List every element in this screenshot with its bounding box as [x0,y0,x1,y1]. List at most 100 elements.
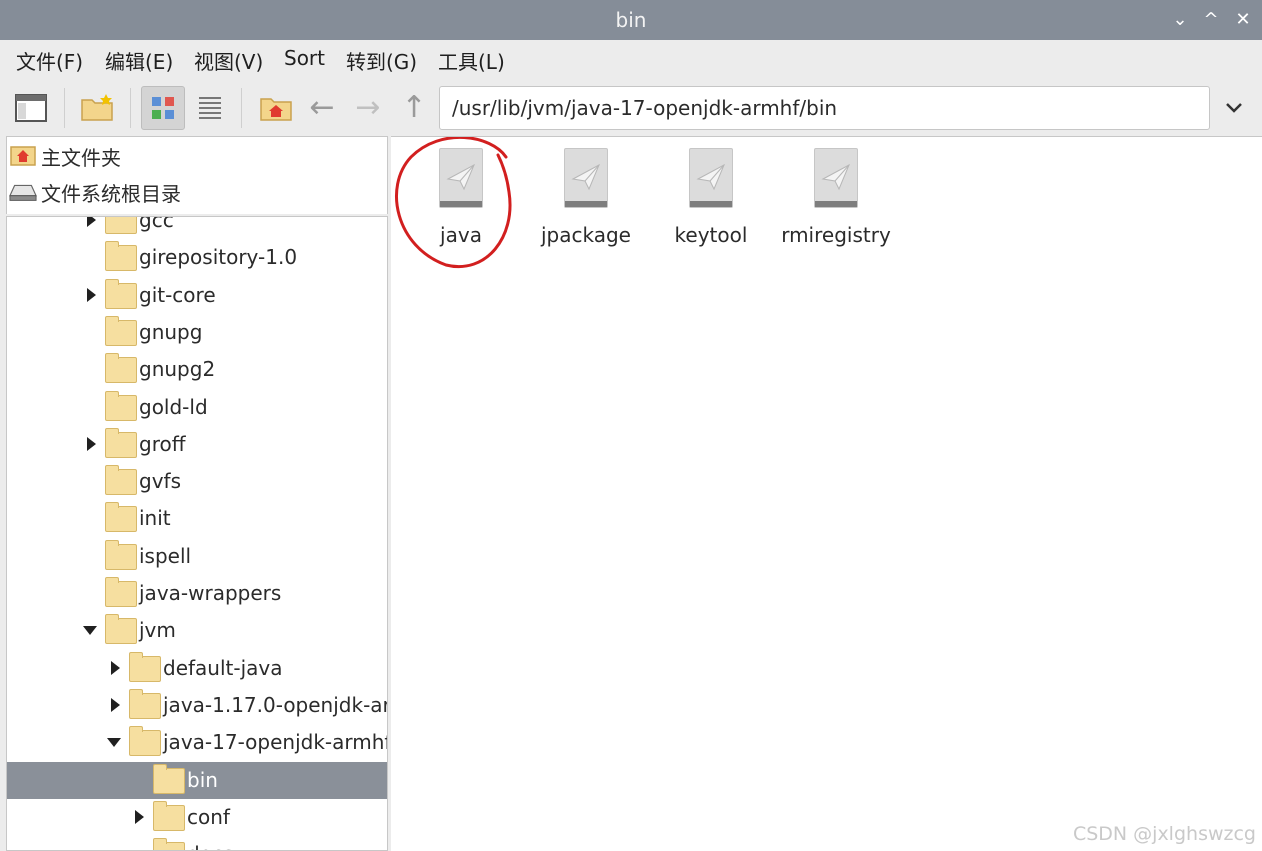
toolbar: ← → ↑ /usr/lib/jvm/java-17-openjdk-armhf… [0,80,1262,136]
tree-item[interactable]: java-1.17.0-openjdk-armhf [7,687,387,724]
tree-item-label: default-java [163,655,283,680]
collapsed-arrow-icon[interactable] [87,217,96,227]
window-title: bin [615,8,647,32]
tree-item-label: gold-ld [139,394,208,419]
tree-item-label: java-17-openjdk-armhf [163,730,388,755]
collapsed-arrow-icon[interactable] [135,809,144,824]
collapsed-arrow-icon[interactable] [111,660,120,675]
maximize-button[interactable]: ^ [1198,8,1224,32]
folder-icon [129,651,161,682]
tree-item[interactable]: default-java [7,650,387,687]
menu-bar: 文件(F) 编辑(E) 视图(V) Sort 转到(G) 工具(L) [0,40,1262,80]
title-bar: bin ⌄ ^ ✕ [0,0,1262,40]
folder-icon [153,800,185,831]
place-home[interactable]: 主文件夹 [9,139,121,173]
tree-item-label: init [139,506,171,531]
executable-file-icon [814,148,858,208]
folder-icon [129,688,161,719]
menu-go[interactable]: 转到(G) [346,46,417,75]
tree-item[interactable]: gold-ld [7,389,387,426]
new-folder-button[interactable] [76,86,120,130]
up-button[interactable]: ↑ [392,86,436,130]
tree-item-label: gnupg2 [139,357,216,382]
file-item[interactable]: rmiregistry [776,145,896,247]
tree-item-label: bin [187,767,218,792]
places-panel: 主文件夹 文件系统根目录 [6,136,388,214]
folder-icon [105,390,137,421]
arrow-left-icon: ← [309,90,335,125]
toolbar-separator [130,88,131,128]
tree-item[interactable]: init [7,500,387,537]
menu-tools[interactable]: 工具(L) [438,46,505,75]
home-folder-icon [9,145,37,167]
file-item[interactable]: keytool [651,145,771,247]
new-window-button[interactable] [10,86,54,130]
expanded-arrow-icon[interactable] [83,626,97,636]
tree-item[interactable]: gnupg2 [7,351,387,388]
tree-item[interactable]: bin [7,761,387,799]
tree-item-label: java-1.17.0-openjdk-armhf [163,692,387,717]
folder-icon [105,502,137,533]
tree-item-label: ispell [139,543,192,568]
toolbar-separator [241,88,242,128]
tree-item[interactable]: jvm [7,612,387,649]
collapsed-arrow-icon[interactable] [87,287,96,302]
menu-sort[interactable]: Sort [284,46,325,70]
folder-icon [105,577,137,607]
forward-button[interactable]: → [346,86,390,130]
toolbar-separator [64,88,65,128]
tree-item[interactable]: gvfs [7,463,387,500]
watermark: CSDN @jxlghswzcg [1072,823,1256,845]
tree-item-label: gvfs [139,469,181,494]
tree-item-label: gcc [139,216,174,232]
tree-item[interactable]: gcc [7,216,387,239]
tree-item[interactable]: conf [7,799,387,836]
tree-item[interactable]: git-core [7,277,387,314]
home-folder-icon [260,98,292,121]
file-item[interactable]: jpackage [526,145,646,247]
close-button[interactable]: ✕ [1230,8,1256,32]
executable-file-icon [564,148,608,208]
minimize-button[interactable]: ⌄ [1167,8,1193,32]
expanded-arrow-icon[interactable] [107,738,121,748]
menu-file[interactable]: 文件(F) [16,46,83,75]
home-button[interactable] [254,86,298,130]
place-label: 主文件夹 [41,145,121,170]
tree-item[interactable]: docs [7,836,387,850]
tree-item-label: groff [139,431,186,456]
tree-item-label: jvm [139,618,176,643]
tree-item[interactable]: groff [7,426,387,463]
folder-icon [105,241,137,272]
list-view-button[interactable] [188,86,232,130]
menu-edit[interactable]: 编辑(E) [105,46,173,75]
tree-item-label: git-core [139,282,216,307]
collapsed-arrow-icon[interactable] [87,436,96,451]
folder-icon [105,539,137,570]
tree-item[interactable]: gnupg [7,314,387,351]
back-button[interactable]: ← [300,86,344,130]
address-dropdown-button[interactable] [1212,86,1256,130]
file-view: java jpackage keytool rmiregistry CSDN @jxl… [391,136,1262,851]
folder-icon [105,278,137,309]
tree-item[interactable]: java-17-openjdk-armhf [7,724,387,761]
file-name: keytool [674,223,748,247]
executable-file-icon [689,148,733,208]
tree-item-label: docs [187,842,233,850]
arrow-up-icon: ↑ [401,90,427,125]
collapsed-arrow-icon[interactable] [111,697,120,712]
tree-item[interactable]: ispell [7,538,387,575]
tree-item[interactable]: girepository-1.0 [7,239,387,276]
tree-item[interactable]: java-wrappers [7,575,387,612]
folder-icon [105,353,137,384]
icon-view-button[interactable] [141,86,185,130]
file-name: rmiregistry [781,223,891,247]
annotation-circle [395,137,512,269]
folder-icon [105,427,137,458]
place-root[interactable]: 文件系统根目录 [9,175,181,209]
menu-view[interactable]: 视图(V) [194,46,263,75]
chevron-down-icon [1226,103,1242,113]
icon-view-icon [152,97,174,119]
file-name: jpackage [541,223,631,247]
place-label: 文件系统根目录 [41,181,181,206]
address-bar[interactable]: /usr/lib/jvm/java-17-openjdk-armhf/bin [439,86,1210,130]
